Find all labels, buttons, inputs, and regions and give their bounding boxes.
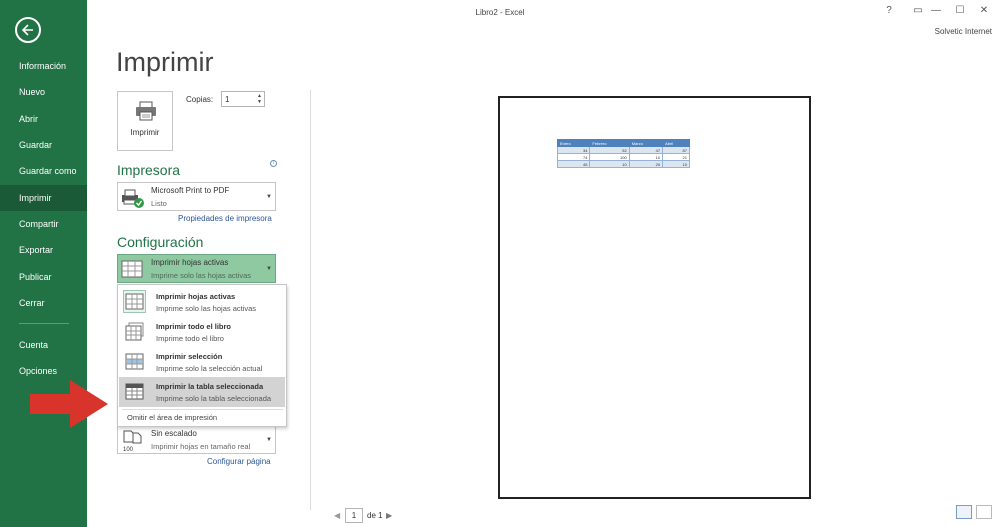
table-row: 45 10 20 10 — [556, 160, 690, 168]
print-preview-page: Enero Febrero Marzo Abril 34 52 47 87 74… — [498, 96, 811, 499]
page-scale-icon: 100 — [123, 430, 142, 452]
preview-cell: 45 — [556, 160, 591, 168]
ribbon-display-icon[interactable]: ▭ — [911, 5, 925, 16]
preview-cell: 52 — [589, 146, 630, 154]
dropdown-arrow-icon: ▼ — [266, 437, 272, 443]
user-name[interactable]: Solvetic Internet — [935, 27, 992, 36]
preview-table: Enero Febrero Marzo Abril 34 52 47 87 74… — [556, 139, 690, 168]
sidebar-item-cuenta[interactable]: Cuenta — [0, 332, 87, 358]
sidebar-item-guardar-como[interactable]: Guardar como — [0, 158, 87, 184]
print-what-sub: Imprime solo las hojas activas — [151, 271, 252, 280]
printer-icon — [136, 101, 156, 121]
next-page-icon[interactable]: ▶ — [386, 511, 392, 520]
scaling-sub: Imprimir hojas en tamaño real — [151, 442, 251, 451]
sheet-grid-icon — [123, 290, 146, 313]
copies-label: Copias: — [186, 95, 214, 104]
print-what-dropdown[interactable]: Imprimir hojas activas Imprime solo las … — [117, 254, 276, 283]
preview-cell: 34 — [556, 146, 591, 154]
menu-item-title: Imprimir todo el libro — [156, 322, 232, 331]
preview-cell: 47 — [628, 146, 664, 154]
window-title: Libro2 - Excel — [475, 8, 525, 17]
menu-item-sub: Imprime solo la selección actual — [156, 364, 263, 373]
sidebar-item-cerrar[interactable]: Cerrar — [0, 290, 87, 316]
dropdown-arrow-icon: ▼ — [266, 266, 272, 272]
menu-item-selected-table[interactable]: Imprimir la tabla seleccionada Imprime s… — [119, 377, 285, 407]
preview-cell: 100 — [589, 153, 630, 161]
print-what-title: Imprimir hojas activas — [151, 258, 229, 267]
menu-item-active-sheets[interactable]: Imprimir hojas activas Imprime solo las … — [119, 287, 285, 317]
ignore-print-area-option[interactable]: Omitir el área de impresión — [127, 413, 217, 422]
panel-divider — [310, 90, 311, 510]
config-heading: Configuración — [117, 234, 204, 250]
preview-header: Abril — [662, 139, 690, 147]
menu-item-selection[interactable]: Imprimir selección Imprime solo la selec… — [119, 347, 285, 377]
page-setup-link[interactable]: Configurar página — [207, 457, 271, 466]
menu-item-sub: Imprime solo las hojas activas — [156, 304, 257, 313]
copies-stepper[interactable]: 1 ▲ ▼ — [221, 91, 265, 107]
table-icon — [123, 380, 146, 403]
preview-cell: 10 — [662, 160, 690, 168]
menu-divider — [122, 409, 283, 410]
sidebar-item-imprimir[interactable]: Imprimir — [0, 185, 87, 211]
sidebar-item-publicar[interactable]: Publicar — [0, 264, 87, 290]
sidebar-item-nuevo[interactable]: Nuevo — [0, 79, 87, 105]
help-icon[interactable]: ? — [882, 5, 896, 16]
sidebar-divider — [19, 323, 69, 324]
preview-header: Enero — [556, 139, 591, 147]
scaling-title: Sin escalado — [151, 429, 197, 438]
sheet-grid-icon — [121, 260, 143, 278]
close-icon[interactable]: ✕ — [977, 5, 991, 16]
page-count-label: de 1 — [367, 511, 383, 520]
minimize-icon[interactable]: — — [929, 5, 943, 16]
printer-name: Microsoft Print to PDF — [151, 186, 230, 195]
back-arrow-icon[interactable] — [15, 17, 41, 43]
page-number-input[interactable]: 1 — [345, 508, 363, 523]
preview-cell: 20 — [628, 160, 664, 168]
table-row: 34 52 47 87 — [556, 146, 690, 154]
preview-cell: 21 — [662, 153, 690, 161]
svg-text:100: 100 — [123, 447, 134, 452]
preview-header: Marzo — [628, 139, 664, 147]
menu-item-title: Imprimir la tabla seleccionada — [156, 382, 264, 391]
show-margins-icon[interactable] — [956, 505, 972, 519]
print-button[interactable]: Imprimir — [117, 91, 173, 151]
print-button-label: Imprimir — [130, 128, 160, 137]
copies-value: 1 — [225, 95, 230, 104]
sidebar-item-informacion[interactable]: Información — [0, 53, 87, 79]
menu-item-sub: Imprime todo el libro — [156, 334, 224, 343]
page-title: Imprimir — [116, 47, 214, 77]
backstage-sidebar: Información Nuevo Abrir Guardar Guardar … — [0, 0, 87, 527]
table-row: 74 100 10 21 — [556, 153, 690, 161]
preview-cell: 10 — [589, 160, 630, 168]
sidebar-item-guardar[interactable]: Guardar — [0, 132, 87, 158]
preview-cell: 10 — [628, 153, 664, 161]
maximize-icon[interactable]: ☐ — [953, 5, 967, 16]
previous-page-icon[interactable]: ◀ — [334, 511, 340, 520]
preview-cell: 74 — [556, 153, 591, 161]
preview-header: Febrero — [589, 139, 630, 147]
menu-item-title: Imprimir hojas activas — [156, 292, 236, 301]
printer-status: Listo — [151, 199, 167, 208]
menu-item-title: Imprimir selección — [156, 352, 223, 361]
spin-down-icon[interactable]: ▼ — [257, 99, 262, 105]
dropdown-arrow-icon: ▼ — [266, 194, 272, 200]
info-icon[interactable]: i — [270, 160, 277, 167]
menu-item-entire-workbook[interactable]: Imprimir todo el libro Imprime todo el l… — [119, 317, 285, 347]
menu-item-sub: Imprime solo la tabla seleccionada — [156, 394, 272, 403]
red-arrow-icon — [30, 380, 108, 428]
scaling-dropdown[interactable]: 100 Sin escalado Imprimir hojas en tamañ… — [117, 425, 276, 454]
zoom-to-page-icon[interactable] — [976, 505, 992, 519]
selection-icon — [123, 350, 146, 373]
printer-dropdown[interactable]: Microsoft Print to PDF Listo ▼ — [117, 182, 276, 211]
printer-heading: Impresora — [117, 162, 181, 178]
sidebar-item-abrir[interactable]: Abrir — [0, 106, 87, 132]
workbook-icon — [123, 320, 146, 343]
preview-cell: 87 — [662, 146, 690, 154]
printer-properties-link[interactable]: Propiedades de impresora — [178, 214, 272, 223]
print-what-menu: Imprimir hojas activas Imprime solo las … — [117, 284, 287, 427]
printer-ready-icon — [122, 189, 144, 208]
sidebar-item-compartir[interactable]: Compartir — [0, 211, 87, 237]
sidebar-item-exportar[interactable]: Exportar — [0, 237, 87, 263]
